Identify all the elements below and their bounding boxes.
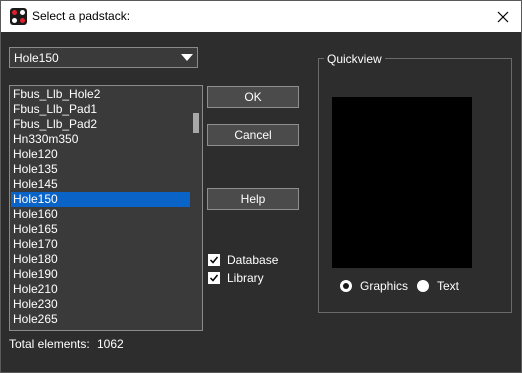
help-button[interactable]: Help (207, 188, 299, 210)
list-item[interactable]: Hole165 (11, 222, 190, 237)
padstack-combo-value: Hole150 (14, 51, 59, 65)
library-label: Library (227, 271, 264, 285)
database-checkbox[interactable] (208, 254, 220, 266)
list-scrollbar-thumb[interactable] (193, 113, 199, 133)
list-item[interactable]: Hole135 (11, 162, 190, 177)
list-item[interactable]: Hole160 (11, 207, 190, 222)
quickview-preview (332, 97, 472, 268)
database-checkbox-row[interactable]: Database (208, 253, 278, 267)
dialog-title: Select a padstack: (32, 9, 131, 23)
padstack-combo[interactable]: Hole150 (9, 47, 198, 68)
padstack-dialog: Select a padstack: Hole150 Fbus_Llb_Hole… (0, 0, 522, 373)
cancel-button[interactable]: Cancel (207, 124, 299, 146)
library-checkbox[interactable] (208, 272, 220, 284)
database-label: Database (227, 253, 279, 267)
list-item[interactable]: Hole230 (11, 297, 190, 312)
list-item[interactable]: Hole210 (11, 282, 190, 297)
close-icon (497, 11, 509, 22)
title-bar: Select a padstack: (1, 1, 521, 32)
checkmark-icon (209, 256, 219, 264)
padstack-app-icon (10, 8, 27, 25)
list-item[interactable]: Hole265 (11, 312, 190, 327)
graphics-radio-row[interactable]: Graphics (340, 279, 408, 293)
list-item[interactable]: Hole170 (11, 237, 190, 252)
list-item[interactable]: Hole190 (11, 267, 190, 282)
text-radio[interactable] (417, 280, 429, 292)
ok-button[interactable]: OK (207, 86, 299, 108)
text-radio-row[interactable]: Text (417, 279, 459, 293)
close-button[interactable] (485, 1, 521, 32)
graphics-label: Graphics (360, 279, 409, 293)
list-item[interactable]: Hn330m350 (11, 132, 190, 147)
total-elements-count: 1062 (97, 337, 124, 351)
total-elements-label: Total elements: (9, 337, 90, 351)
list-item[interactable]: Fbus_Llb_Pad1 (11, 102, 190, 117)
padstack-list[interactable]: Fbus_Llb_Hole2 Fbus_Llb_Pad1 Fbus_Llb_Pa… (9, 85, 203, 331)
chevron-down-icon[interactable] (181, 54, 193, 61)
list-item[interactable]: Hole180 (11, 252, 190, 267)
list-item[interactable]: Fbus_Llb_Hole2 (11, 87, 190, 102)
text-label: Text (437, 279, 460, 293)
library-checkbox-row[interactable]: Library (208, 271, 264, 285)
graphics-radio[interactable] (340, 280, 352, 292)
checkmark-icon (209, 274, 219, 282)
list-item-selected[interactable]: Hole150 (11, 192, 190, 207)
list-item[interactable]: Hole120 (11, 147, 190, 162)
list-item[interactable]: Hole145 (11, 177, 190, 192)
quickview-title: Quickview (324, 52, 385, 66)
list-item[interactable]: Fbus_Llb_Pad2 (11, 117, 190, 132)
